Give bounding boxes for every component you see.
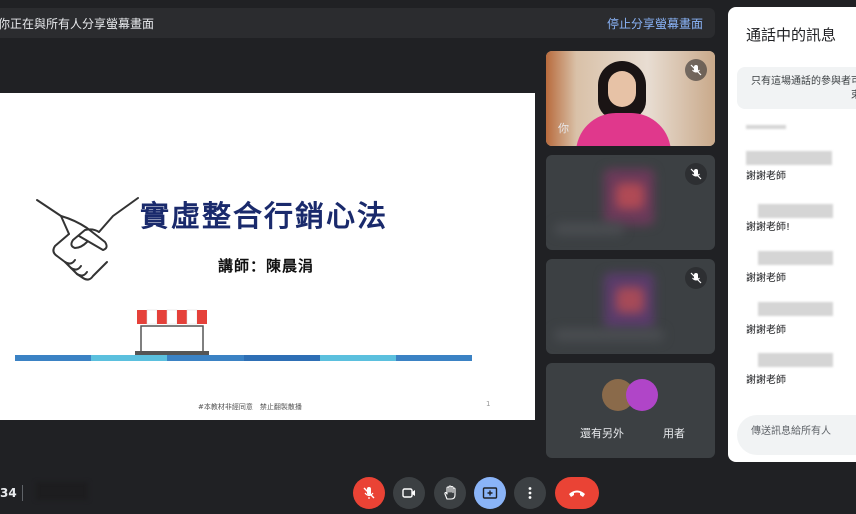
slide-footer: #本教材非經同意 禁止翻製散播 [198, 403, 302, 411]
chat-notice: 只有這場通話的參與者可束 [737, 67, 856, 109]
mic-off-icon [685, 163, 707, 185]
chat-panel: 通話中的訊息 只有這場通話的參與者可束 謝謝老師 謝謝老師! 謝謝老師 謝謝老師… [728, 7, 856, 462]
stripe-segment [167, 355, 244, 361]
hand-icon [444, 485, 456, 500]
chat-message-input[interactable] [749, 425, 856, 438]
handshake-icon [36, 197, 139, 281]
blurred-sender [758, 353, 833, 367]
blurred-avatar-center [616, 183, 644, 209]
participant-tile-others[interactable]: 還有另外 用者 [546, 363, 715, 458]
meeting-time: 34 [0, 486, 17, 500]
present-screen-button[interactable] [474, 477, 506, 509]
chat-input-box[interactable] [737, 415, 856, 455]
stripe-segment [91, 355, 168, 361]
participant-tile[interactable] [546, 155, 715, 250]
blurred-avatar-center [616, 287, 644, 313]
slide-stripe [15, 355, 473, 361]
stop-presenting-button[interactable]: 停止分享螢幕畫面 [607, 15, 703, 32]
others-count-suffix: 用者 [663, 427, 685, 440]
chat-message: 謝謝老師 [746, 171, 786, 182]
avatar [626, 379, 658, 411]
others-count-label: 還有另外 [580, 427, 624, 440]
more-options-button[interactable] [514, 477, 546, 509]
stripe-segment [15, 355, 92, 361]
more-vert-icon [528, 487, 532, 499]
video-camera-icon [402, 488, 415, 498]
divider [22, 485, 23, 501]
stripe-segment [395, 355, 473, 361]
camera-toggle-button[interactable] [393, 477, 425, 509]
person-face [608, 71, 636, 107]
blurred-sender [746, 151, 832, 165]
blurred-sender [758, 204, 833, 218]
chat-message: 謝謝老師 [746, 375, 786, 386]
raise-hand-button[interactable] [434, 477, 466, 509]
present-icon [482, 487, 498, 499]
blurred-meeting-code [36, 482, 88, 500]
presenting-message: 你正在與所有人分享螢幕畫面 [0, 17, 155, 31]
storefront-icon [135, 309, 209, 355]
chat-message: 謝謝老師 [746, 273, 786, 284]
chat-panel-title: 通話中的訊息 [746, 26, 837, 44]
chat-message: 謝謝老師 [746, 325, 786, 336]
blurred-name [554, 329, 664, 341]
phone-hangup-icon [569, 490, 585, 497]
participant-tile-self[interactable]: 你 [546, 51, 715, 146]
presenting-banner: 你正在與所有人分享螢幕畫面 停止分享螢幕畫面 [0, 8, 715, 38]
mic-off-icon [363, 487, 375, 499]
blurred-sender [746, 125, 786, 129]
mic-off-icon [685, 59, 707, 81]
chat-message: 謝謝老師! [746, 222, 791, 233]
stripe-segment [243, 355, 320, 361]
stripe-segment [319, 355, 396, 361]
end-call-button[interactable] [555, 477, 599, 509]
microphone-toggle-button[interactable] [353, 477, 385, 509]
chat-notice-text: 只有這場通話的參與者可束 [751, 76, 856, 101]
blurred-sender [758, 302, 833, 316]
mic-off-icon [685, 267, 707, 289]
participant-tile[interactable] [546, 259, 715, 354]
blurred-sender [758, 251, 833, 265]
slide-page-number: 1 [486, 400, 491, 408]
shared-screen: 實虛整合行銷心法 講師：陳晨涓 #本教材非經同意 禁止翻製散播 1 [0, 93, 535, 420]
participant-name: 你 [558, 122, 569, 135]
slide-lecturer: 講師：陳晨涓 [218, 257, 315, 275]
slide-title: 實虛整合行銷心法 [140, 199, 389, 233]
blurred-name [554, 223, 624, 235]
